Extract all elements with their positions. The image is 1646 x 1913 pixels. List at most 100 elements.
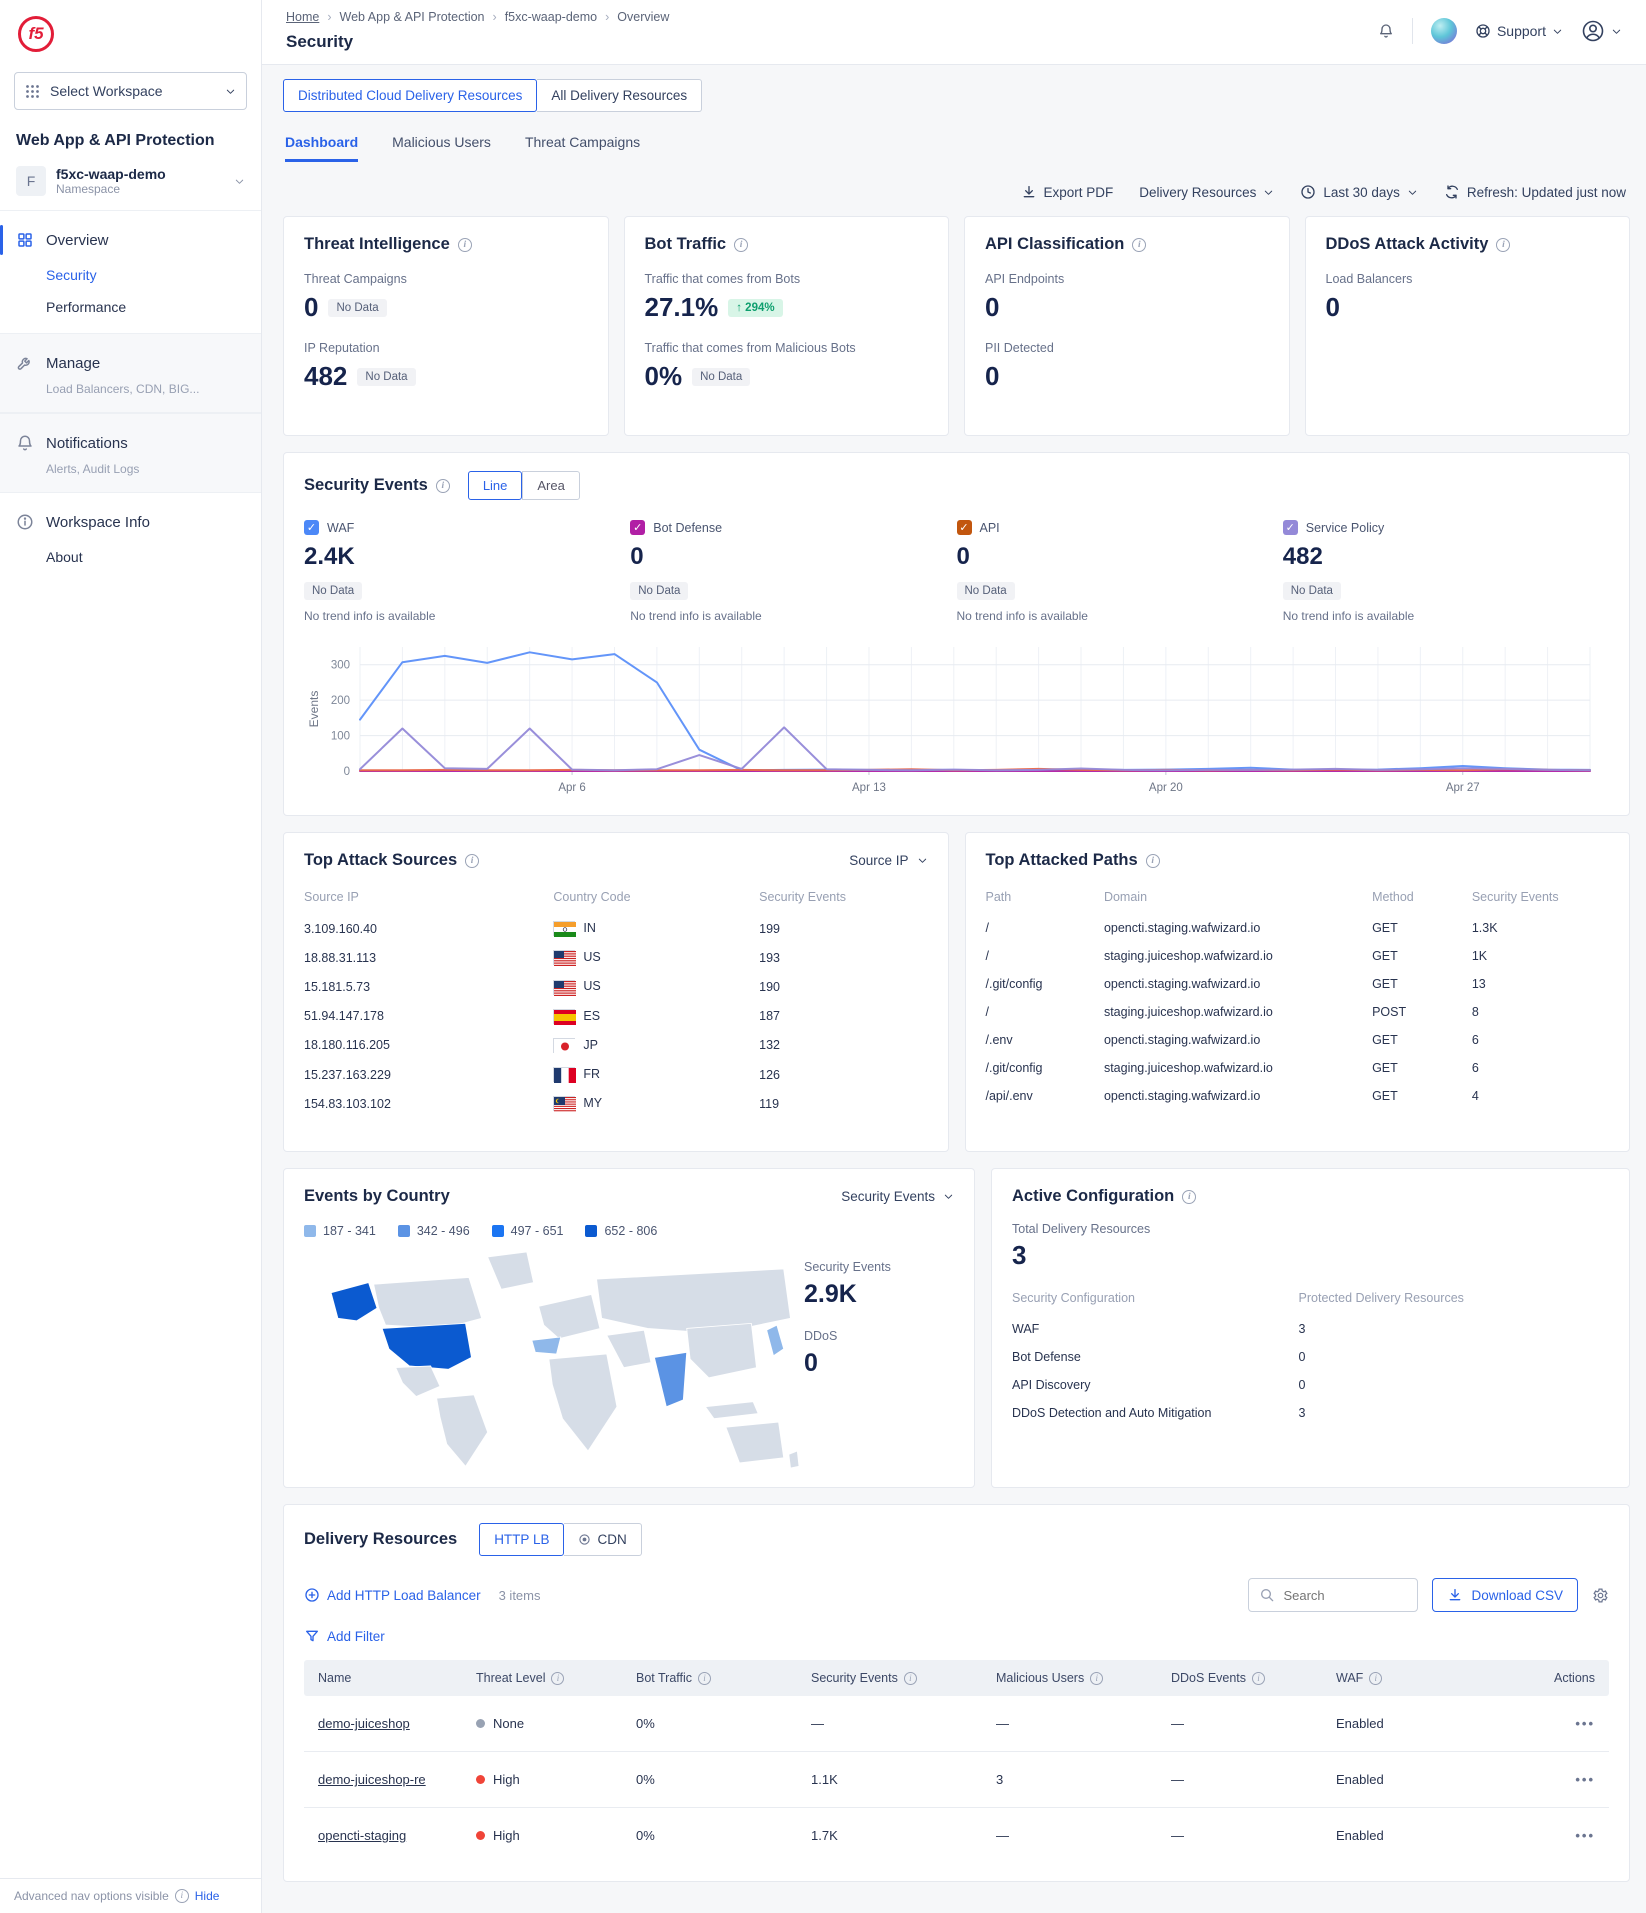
sidebar-subitem-about[interactable]: About	[0, 541, 261, 573]
cdn-toggle-button[interactable]: CDN	[564, 1523, 641, 1556]
info-icon[interactable]: i	[904, 1672, 917, 1685]
table-row: /staging.juiceshop.wafwizard.ioPOST8	[986, 998, 1610, 1026]
sidebar-item-overview[interactable]: Overview	[0, 221, 261, 259]
breadcrumb-item[interactable]: Home	[286, 10, 319, 24]
tab-malicious-users[interactable]: Malicious Users	[392, 134, 491, 162]
security-events-title: Security Events	[304, 476, 428, 495]
legend-label: Bot Defense	[653, 521, 722, 535]
refresh-button[interactable]: Refresh: Updated just now	[1444, 184, 1626, 200]
resource-name-link[interactable]: demo-juiceshop	[318, 1716, 410, 1731]
sidebar-item-notifications[interactable]: Notifications	[0, 424, 261, 462]
info-icon[interactable]: i	[1252, 1672, 1265, 1685]
domain: staging.juiceshop.wafwizard.io	[1104, 998, 1372, 1026]
flag-in-icon	[553, 921, 575, 936]
flag-us-icon	[553, 980, 575, 995]
chart-mode-area-button[interactable]: Area	[522, 471, 579, 500]
workspace-selector-label: Select Workspace	[50, 83, 163, 99]
row-actions-menu[interactable]: •••	[1575, 1716, 1595, 1731]
cdn-circle-icon	[578, 1533, 591, 1546]
method: GET	[1372, 1026, 1472, 1054]
table-row: /.git/configstaging.juiceshop.wafwizard.…	[986, 1054, 1610, 1082]
plus-circle-icon	[304, 1587, 320, 1603]
chevron-down-icon	[1263, 187, 1274, 198]
no-data-badge: No Data	[304, 582, 362, 600]
gear-icon[interactable]	[1592, 1587, 1609, 1604]
tenant-avatar[interactable]	[1431, 18, 1457, 44]
search-input[interactable]	[1283, 1588, 1403, 1603]
country-code: US	[553, 943, 759, 972]
svg-text:Apr 27: Apr 27	[1446, 782, 1480, 794]
series-checkbox[interactable]: ✓	[304, 520, 319, 535]
series-checkbox[interactable]: ✓	[1283, 520, 1298, 535]
resource-name-link[interactable]: demo-juiceshop-re	[318, 1772, 426, 1787]
path: /	[986, 998, 1104, 1026]
info-icon[interactable]: i	[551, 1672, 564, 1685]
source-ip: 18.88.31.113	[304, 943, 553, 972]
hide-nav-link[interactable]: Hide	[195, 1889, 220, 1903]
series-checkbox[interactable]: ✓	[957, 520, 972, 535]
info-icon[interactable]: i	[1182, 1190, 1196, 1204]
info-icon[interactable]: i	[1496, 238, 1510, 252]
sidebar-item-workspace-info[interactable]: Workspace Info	[0, 503, 261, 541]
chart-mode-line-button[interactable]: Line	[468, 471, 523, 500]
legend-swatch	[492, 1225, 504, 1237]
no-data-badge: No Data	[1283, 582, 1341, 600]
sidebar-subitem-performance[interactable]: Performance	[0, 291, 261, 323]
legend-item-service-policy: ✓Service Policy482No DataNo trend info i…	[1283, 520, 1609, 623]
sidebar-subitem-security[interactable]: Security	[0, 259, 261, 291]
info-icon[interactable]: i	[698, 1672, 711, 1685]
account-menu[interactable]	[1581, 19, 1622, 43]
events-by-country-title: Events by Country	[304, 1187, 450, 1206]
table-row: DDoS Detection and Auto Mitigation3	[1012, 1399, 1609, 1427]
info-icon[interactable]: i	[734, 238, 748, 252]
info-icon[interactable]: i	[1369, 1672, 1382, 1685]
security-events-value: 1.1K	[811, 1772, 996, 1787]
add-filter-button[interactable]: Add Filter	[304, 1628, 1609, 1644]
info-icon[interactable]: i	[1146, 854, 1160, 868]
download-icon	[1447, 1587, 1463, 1603]
add-http-lb-button[interactable]: Add HTTP Load Balancer	[304, 1587, 481, 1603]
info-icon[interactable]: i	[1090, 1672, 1103, 1685]
row-actions-menu[interactable]: •••	[1575, 1828, 1595, 1843]
series-checkbox[interactable]: ✓	[630, 520, 645, 535]
security-events-count: 6	[1472, 1026, 1609, 1054]
http-lb-toggle-button[interactable]: HTTP LB	[479, 1523, 564, 1556]
tab-threat-campaigns[interactable]: Threat Campaigns	[525, 134, 640, 162]
scope-distributed-cloud-button[interactable]: Distributed Cloud Delivery Resources	[283, 79, 537, 112]
map-metric-dropdown[interactable]: Security Events	[841, 1189, 954, 1204]
notifications-bell-icon[interactable]	[1378, 23, 1394, 39]
time-range-dropdown[interactable]: Last 30 days	[1300, 184, 1418, 200]
stat-card-threat-intelligence: Threat IntelligenceiThreat Campaigns0No …	[283, 216, 609, 436]
export-pdf-button[interactable]: Export PDF	[1021, 184, 1114, 200]
support-menu[interactable]: Support	[1475, 23, 1563, 39]
info-icon[interactable]: i	[465, 854, 479, 868]
info-icon	[16, 513, 34, 531]
breadcrumb-item[interactable]: f5xc-waap-demo	[505, 10, 597, 24]
namespace-selector[interactable]: F f5xc-waap-demo Namespace	[0, 156, 261, 211]
active-configuration-card: Active Configuration i Total Delivery Re…	[991, 1168, 1630, 1488]
delivery-resources-dropdown[interactable]: Delivery Resources	[1139, 185, 1274, 200]
download-csv-button[interactable]: Download CSV	[1432, 1578, 1578, 1612]
f5-logo-icon: f5	[18, 16, 54, 52]
sidebar-item-manage[interactable]: Manage	[0, 344, 261, 382]
legend-value: 2.4K	[304, 543, 630, 571]
resource-name-link[interactable]: opencti-staging	[318, 1828, 406, 1843]
table-row: WAF3	[1012, 1315, 1609, 1343]
row-actions-menu[interactable]: •••	[1575, 1772, 1595, 1787]
world-map	[304, 1240, 804, 1468]
workspace-selector[interactable]: Select Workspace	[14, 72, 247, 110]
scope-all-delivery-button[interactable]: All Delivery Resources	[537, 79, 702, 112]
chevron-down-icon	[1552, 26, 1563, 37]
domain: opencti.staging.wafwizard.io	[1104, 1026, 1372, 1054]
tab-dashboard[interactable]: Dashboard	[285, 134, 358, 162]
column-header: Method	[1372, 884, 1472, 914]
info-icon[interactable]: i	[1132, 238, 1146, 252]
legend-swatch	[585, 1225, 597, 1237]
breadcrumb-item[interactable]: Web App & API Protection	[340, 10, 485, 24]
table-row: 18.88.31.113US193	[304, 943, 928, 972]
info-icon[interactable]: i	[458, 238, 472, 252]
info-icon[interactable]: i	[436, 479, 450, 493]
protected-count: 0	[1299, 1371, 1609, 1399]
breadcrumb-separator: ›	[493, 10, 497, 24]
group-by-dropdown[interactable]: Source IP	[849, 853, 927, 868]
